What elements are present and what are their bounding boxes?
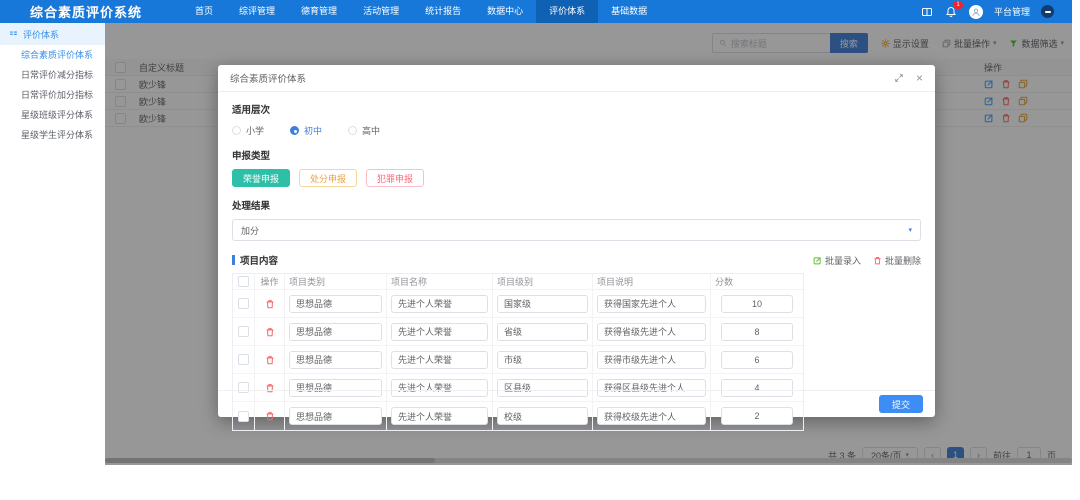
batch-import-link[interactable]: 批量录入 (813, 254, 861, 267)
nav-item-evaluation-system[interactable]: 评价体系 (536, 0, 599, 23)
level-input[interactable]: 市级 (497, 350, 588, 369)
items-table-header: 操作 项目类别 项目名称 项目级别 项目说明 分数 (233, 274, 803, 290)
modal-title: 综合素质评价体系 (230, 74, 307, 85)
content-label: 项目内容 (240, 256, 279, 267)
radio-primary-school[interactable]: 小学 (232, 124, 264, 137)
col-header-desc: 项目说明 (593, 274, 711, 290)
app-logo: 综合素质评价系统 (30, 5, 143, 20)
result-label: 处理结果 (232, 201, 271, 212)
close-icon[interactable]: × (916, 72, 923, 84)
radio-high-school[interactable]: 高中 (348, 124, 380, 137)
evaluation-system-modal: 综合素质评价体系 × 适用层次 小学 初中 高中 申报类型 荣誉申报 处分申报 … (218, 65, 935, 431)
name-input[interactable]: 先进个人荣誉 (391, 294, 488, 313)
floating-widget-icon[interactable] (1041, 5, 1054, 18)
score-input[interactable]: 10 (721, 294, 793, 313)
col-header-category: 项目类别 (285, 274, 387, 290)
col-header-name: 项目名称 (387, 274, 493, 290)
modal-header: 综合素质评价体系 × (218, 65, 935, 92)
name-input[interactable]: 先进个人荣誉 (391, 322, 488, 341)
sidebar-item-comprehensive[interactable]: 综合素质评价体系 (0, 45, 105, 65)
item-row: 思想品德 先进个人荣誉 省级 获得省级先进个人 8 (233, 318, 803, 346)
expand-icon[interactable] (894, 73, 904, 83)
layout-icon[interactable] (921, 5, 934, 18)
main-content: 搜索标题 搜索 显示设置 批量操作 ▾ 数据筛选 ▾ 自定义标题 操作 欧少锋 … (105, 23, 1072, 465)
sidebar: 评价体系 综合素质评价体系 日常评价减分指标 日常评价加分指标 星级班级评分体系… (0, 23, 105, 465)
sidebar-item-star-student[interactable]: 星级学生评分体系 (0, 125, 105, 145)
notification-bell-icon[interactable]: 1 (945, 1, 963, 18)
nav-item-activity[interactable]: 活动管理 (350, 0, 412, 23)
nav-item-basedata[interactable]: 基础数据 (598, 0, 660, 23)
type-label: 申报类型 (232, 151, 271, 162)
type-button-honor[interactable]: 荣誉申报 (232, 169, 291, 187)
level-input[interactable]: 国家级 (497, 294, 588, 313)
radio-icon (348, 126, 358, 135)
item-row: 思想品德 先进个人荣誉 国家级 获得国家先进个人 10 (233, 290, 803, 318)
col-header-level: 项目级别 (493, 274, 593, 290)
row-checkbox[interactable] (238, 298, 249, 309)
nav-item-report[interactable]: 统计报告 (412, 0, 474, 23)
delete-icon[interactable] (265, 299, 275, 309)
delete-icon[interactable] (265, 327, 275, 337)
section-accent-bar (232, 255, 235, 265)
pencil-square-icon (813, 256, 821, 264)
desc-input[interactable]: 获得国家先进个人 (597, 294, 706, 313)
content-section-header: 项目内容 批量录入 批量删除 (232, 253, 921, 267)
radio-middle-school[interactable]: 初中 (290, 124, 322, 137)
sidebar-root-evaluation[interactable]: 评价体系 (0, 23, 105, 45)
category-input[interactable]: 思想品德 (289, 294, 382, 313)
radio-label: 高中 (362, 126, 381, 136)
score-input[interactable]: 8 (721, 322, 793, 341)
navbar-right: 1 平台管理 (921, 1, 1072, 19)
nav-item-deyu[interactable]: 德育管理 (288, 0, 350, 23)
batch-import-label: 批量录入 (824, 255, 861, 266)
top-navbar: 综合素质评价系统 首页 综评管理 德育管理 活动管理 统计报告 数据中心 评价体… (0, 0, 1072, 23)
level-input[interactable]: 省级 (497, 322, 588, 341)
level-radio-group: 小学 初中 高中 (232, 124, 921, 137)
result-select[interactable]: 加分 ▾ (232, 219, 921, 241)
sidebar-item-star-class[interactable]: 星级班级评分体系 (0, 105, 105, 125)
user-avatar[interactable] (968, 4, 983, 19)
result-select-value: 加分 (241, 225, 260, 236)
desc-input[interactable]: 获得省级先进个人 (597, 322, 706, 341)
nav-item-datacenter[interactable]: 数据中心 (474, 0, 536, 23)
row-checkbox[interactable] (238, 326, 249, 337)
select-all-checkbox[interactable] (238, 276, 249, 287)
batch-delete-link[interactable]: 批量删除 (873, 254, 921, 267)
type-button-punishment[interactable]: 处分申报 (299, 169, 358, 187)
row-checkbox[interactable] (238, 354, 249, 365)
col-header-action: 操作 (255, 274, 285, 290)
batch-delete-label: 批量删除 (884, 255, 921, 266)
type-button-offense[interactable]: 犯罪申报 (366, 169, 425, 187)
modal-body: 适用层次 小学 初中 高中 申报类型 荣誉申报 处分申报 犯罪申报 处理结果 加… (218, 91, 935, 431)
submit-button[interactable]: 提交 (878, 395, 923, 413)
sidebar-item-daily-plus[interactable]: 日常评价加分指标 (0, 85, 105, 105)
modal-footer: 提交 (218, 390, 935, 417)
type-button-group: 荣誉申报 处分申报 犯罪申报 (232, 169, 921, 187)
notification-badge: 1 (952, 1, 963, 9)
item-row: 思想品德 先进个人荣誉 市级 获得市级先进个人 6 (233, 346, 803, 374)
category-input[interactable]: 思想品德 (289, 322, 382, 341)
col-header-score: 分数 (711, 274, 803, 290)
level-label: 适用层次 (232, 105, 271, 116)
sidebar-item-daily-minus[interactable]: 日常评价减分指标 (0, 65, 105, 85)
radio-label: 小学 (246, 126, 265, 136)
nav-item-home[interactable]: 首页 (182, 0, 226, 23)
score-input[interactable]: 6 (721, 350, 793, 369)
nav-menu: 首页 综评管理 德育管理 活动管理 统计报告 数据中心 评价体系 基础数据 (182, 0, 660, 23)
sidebar-root-label: 评价体系 (23, 29, 60, 40)
name-input[interactable]: 先进个人荣誉 (391, 350, 488, 369)
trash-icon (874, 256, 881, 264)
radio-icon (232, 126, 241, 135)
chevron-down-icon: ▾ (908, 227, 912, 234)
user-name[interactable]: 平台管理 (994, 5, 1030, 18)
nav-item-zongping[interactable]: 综评管理 (226, 0, 288, 23)
radio-label: 初中 (304, 126, 323, 136)
desc-input[interactable]: 获得市级先进个人 (597, 350, 706, 369)
menu-grid-icon (10, 31, 17, 35)
category-input[interactable]: 思想品德 (289, 350, 382, 369)
delete-icon[interactable] (265, 355, 275, 365)
radio-checked-icon (290, 126, 300, 135)
